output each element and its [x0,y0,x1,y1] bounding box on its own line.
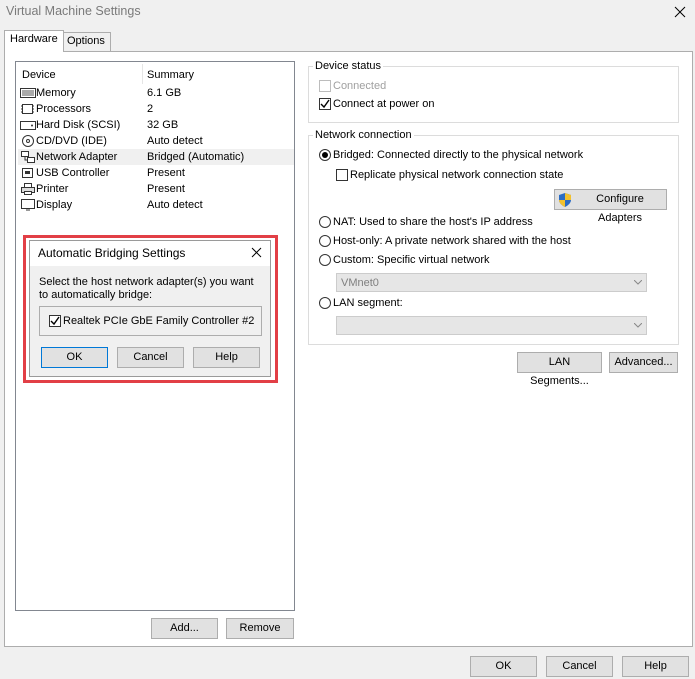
device-summary: Bridged (Automatic) [147,151,245,163]
window-title: Virtual Machine Settings [6,4,141,18]
host-only-radio[interactable] [319,235,331,247]
device-row-memory[interactable]: Memory 6.1 GB [18,85,294,101]
bridging-dialog-title: Automatic Bridging Settings [38,246,186,260]
device-row-network-adapter[interactable]: Network Adapter Bridged (Automatic) [18,149,294,165]
device-name: Printer [36,183,69,195]
device-name: Memory [36,87,76,99]
column-summary[interactable]: Summary [147,69,194,81]
checkmark-icon [50,316,60,326]
device-summary: Present [147,183,185,195]
lan-segments-button[interactable]: LAN Segments... [517,352,602,387]
device-row-printer[interactable]: Printer Present [18,181,294,197]
device-row-usb-controller[interactable]: USB Controller Present [18,165,294,181]
replicate-checkbox[interactable] [336,169,348,181]
cancel-button[interactable]: Cancel [546,656,613,677]
lan-segment-select[interactable] [336,316,647,335]
usb-icon [22,168,33,178]
column-device[interactable]: Device [22,69,56,81]
nat-radio[interactable] [319,216,331,228]
custom-network-value: VMnet0 [341,277,379,289]
device-row-display[interactable]: Display Auto detect [18,197,294,213]
device-name: USB Controller [36,167,110,179]
processor-icon [21,104,34,114]
connect-at-power-on-checkbox[interactable] [319,98,331,110]
hard-disk-icon [20,121,36,130]
close-icon[interactable] [672,4,688,20]
device-row-hard-disk[interactable]: Hard Disk (SCSI) 32 GB [18,117,294,133]
device-name: CD/DVD (IDE) [36,135,107,147]
checkmark-icon [320,99,330,109]
network-adapter-icon [21,151,35,163]
bridging-help-button[interactable]: Help [193,347,260,368]
device-row-cd-dvd[interactable]: CD/DVD (IDE) Auto detect [18,133,294,149]
host-only-label: Host-only: A private network shared with… [333,235,571,247]
device-summary: 2 [147,103,154,115]
device-status-legend: Device status [313,60,384,72]
connect-at-power-on-label: Connect at power on [333,98,435,110]
printer-icon [21,183,35,195]
bridged-label: Bridged: Connected directly to the physi… [333,149,584,161]
device-summary: Auto detect [147,199,203,211]
display-icon [21,199,35,211]
remove-device-button[interactable]: Remove [226,618,294,639]
device-name: Processors [36,103,92,115]
adapter-checkbox[interactable] [49,315,61,327]
connected-label: Connected [333,80,387,92]
device-status-group [308,66,679,123]
custom-radio[interactable] [319,254,331,266]
shield-icon [559,193,571,207]
connected-checkbox[interactable] [319,80,331,92]
close-icon[interactable] [251,247,262,258]
adapter-label: Realtek PCIe GbE Family Controller #2 [63,315,255,327]
lan-segment-label: LAN segment: [333,297,403,309]
nat-label: NAT: Used to share the host's IP address [333,216,533,228]
custom-network-select[interactable]: VMnet0 [336,273,647,292]
device-summary: 32 GB [147,119,179,131]
device-name: Display [36,199,73,211]
help-button[interactable]: Help [622,656,689,677]
device-summary: Auto detect [147,135,203,147]
ok-button[interactable]: OK [470,656,537,677]
lan-segment-radio[interactable] [319,297,331,309]
bridging-dialog: Automatic Bridging Settings Select the h… [29,240,271,377]
cd-dvd-icon [22,135,34,147]
device-summary: Present [147,167,185,179]
custom-label: Custom: Specific virtual network [333,254,490,266]
configure-adapters-label: Configure Adapters [596,193,644,224]
device-name: Network Adapter [36,151,118,163]
chevron-down-icon [634,280,642,285]
bridging-cancel-button[interactable]: Cancel [117,347,184,368]
bridging-dialog-description: Select the host network adapter(s) you w… [39,276,254,301]
tab-hardware[interactable]: Hardware [4,30,64,52]
column-separator[interactable] [142,64,143,84]
replicate-label: Replicate physical network connection st… [350,169,564,181]
bridging-ok-button[interactable]: OK [41,347,108,368]
advanced-button[interactable]: Advanced... [609,352,678,373]
bridged-radio[interactable] [319,149,331,161]
memory-icon [20,88,36,98]
add-device-button[interactable]: Add... [151,618,218,639]
adapter-list: Realtek PCIe GbE Family Controller #2 [39,306,262,336]
device-summary: 6.1 GB [147,87,182,99]
tab-options[interactable]: Options [61,32,111,51]
configure-adapters-button[interactable]: Configure Adapters [554,189,667,224]
chevron-down-icon [634,323,642,328]
device-name: Hard Disk (SCSI) [36,119,121,131]
device-row-processors[interactable]: Processors 2 [18,101,294,117]
network-connection-legend: Network connection [313,129,414,141]
